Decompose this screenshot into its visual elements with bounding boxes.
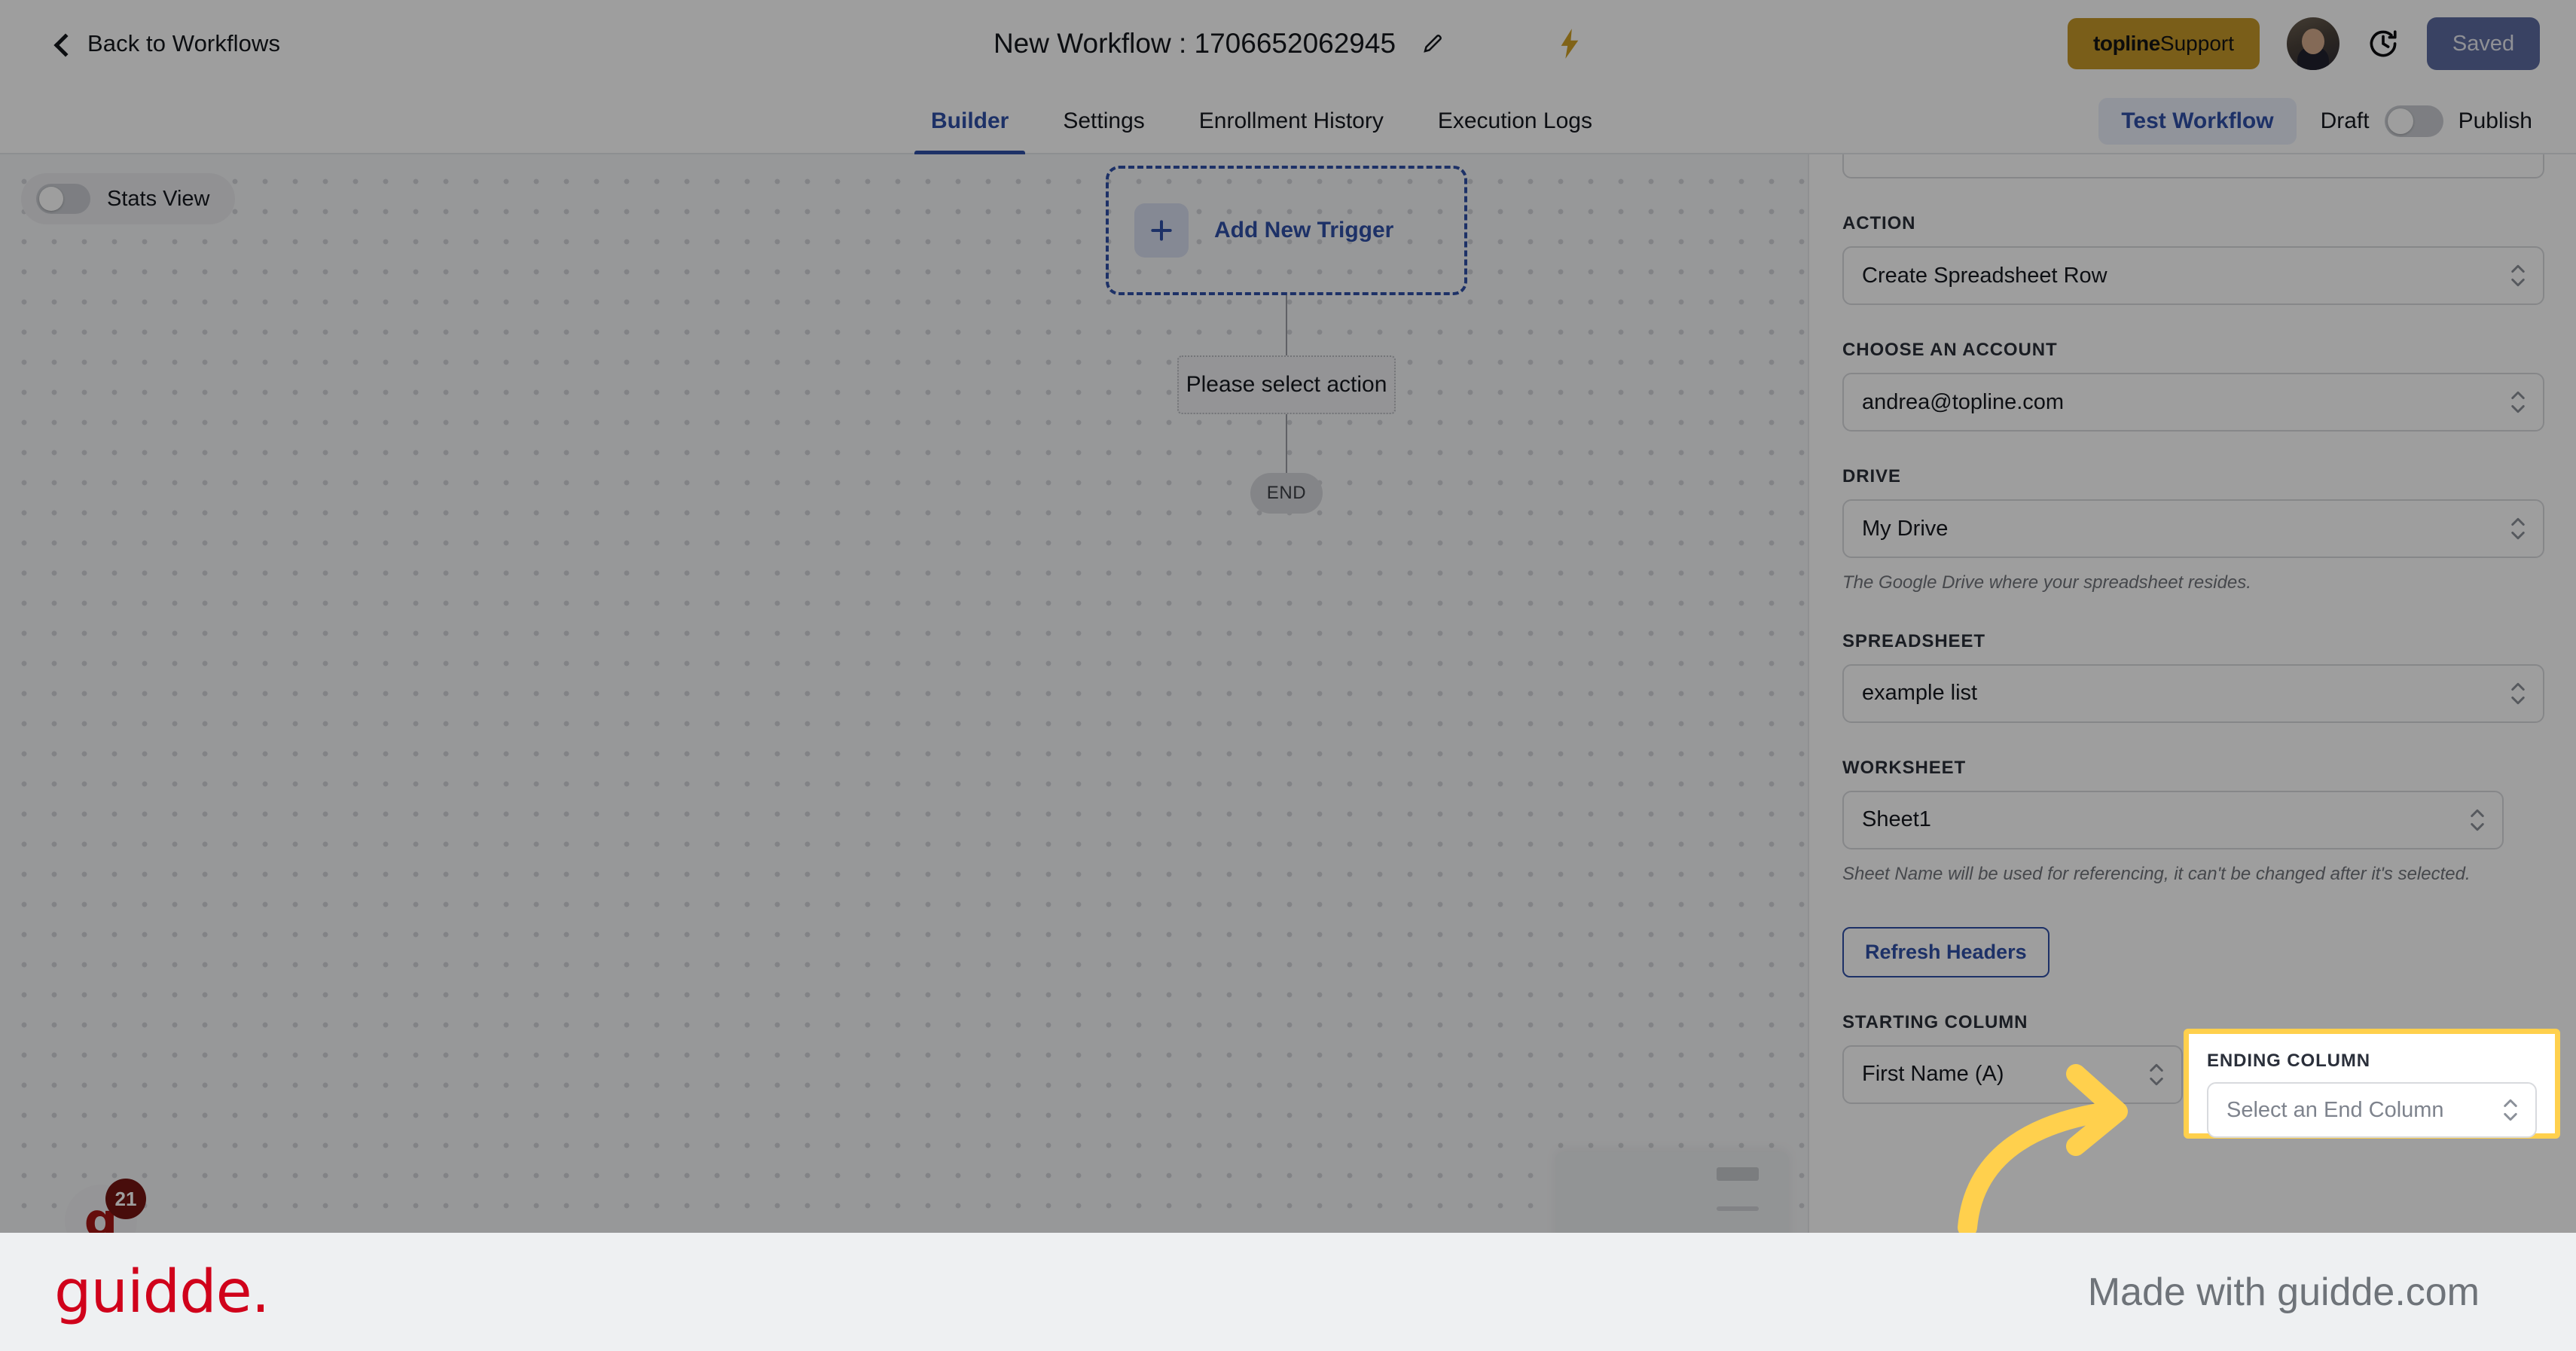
- field-worksheet: WORKSHEET Sheet1 Sheet Name will be used…: [1842, 758, 2544, 888]
- header-actions: topline Support Saved: [2067, 0, 2540, 87]
- drive-select-value: My Drive: [1862, 516, 1949, 541]
- chevron-updown-icon: [2510, 387, 2526, 417]
- tab-execution-logs[interactable]: Execution Logs: [1411, 87, 1619, 154]
- chevron-updown-icon: [2510, 514, 2526, 544]
- canvas-floating-card-bar-primary: [1717, 1167, 1759, 1181]
- select-action-label: Please select action: [1186, 372, 1387, 397]
- field-action-label: ACTION: [1842, 213, 1916, 233]
- field-starting-column-label: STARTING COLUMN: [1842, 1011, 2028, 1032]
- add-new-trigger-label: Add New Trigger: [1214, 218, 1394, 242]
- guidde-launcher-badge: 21: [105, 1179, 146, 1219]
- tab-builder[interactable]: Builder: [904, 87, 1036, 154]
- field-action: ACTION Create Spreadsheet Row: [1842, 213, 2544, 305]
- starting-column-select[interactable]: First Name (A): [1842, 1045, 2183, 1104]
- made-with-guidde-label: Made with guidde.com: [2087, 1270, 2480, 1314]
- field-account: CHOOSE AN ACCOUNT andrea@topline.com: [1842, 340, 2544, 432]
- field-ending-column-label: ENDING COLUMN: [2207, 1051, 2371, 1071]
- spreadsheet-select[interactable]: example list: [1842, 663, 2544, 723]
- field-worksheet-label: WORKSHEET: [1842, 757, 1967, 778]
- tab-builder-label: Builder: [931, 108, 1009, 133]
- back-to-workflows-button[interactable]: Back to Workflows: [53, 30, 280, 57]
- support-suffix-label: Support: [2159, 32, 2234, 55]
- field-spreadsheet: SPREADSHEET example list: [1842, 631, 2544, 723]
- action-select[interactable]: Create Spreadsheet Row: [1842, 246, 2544, 305]
- tab-enrollment-history-label: Enrollment History: [1198, 108, 1384, 133]
- add-new-trigger-button[interactable]: Add New Trigger: [1106, 166, 1467, 295]
- avatar[interactable]: [2287, 17, 2339, 70]
- account-select-value: andrea@topline.com: [1862, 389, 2065, 414]
- action-config-panel-content: ACTION Create Spreadsheet Row CHOOSE AN …: [1809, 154, 2576, 1104]
- connector-line-1: [1286, 295, 1287, 355]
- end-node-label: END: [1266, 483, 1307, 503]
- tab-execution-logs-label: Execution Logs: [1437, 108, 1592, 133]
- starting-column-select-value: First Name (A): [1862, 1062, 2004, 1087]
- tab-settings-label: Settings: [1063, 108, 1145, 133]
- top-header-bar: Back to Workflows New Workflow : 1706652…: [0, 0, 2576, 87]
- guidde-logo: guidde.: [54, 1258, 270, 1326]
- app-root: Back to Workflows New Workflow : 1706652…: [0, 0, 2576, 1351]
- workflow-flow: Add New Trigger Please select action END: [1106, 166, 1467, 514]
- chevron-left-icon: [53, 35, 71, 53]
- plus-icon: [1134, 203, 1189, 258]
- canvas-floating-card-bar-secondary: [1717, 1206, 1759, 1211]
- chevron-updown-icon: [2510, 679, 2526, 709]
- test-workflow-button[interactable]: Test Workflow: [2098, 97, 2297, 145]
- worksheet-select-value: Sheet1: [1862, 807, 1931, 832]
- lightning-bolt-icon[interactable]: [1557, 29, 1583, 59]
- stats-view-label: Stats View: [107, 186, 210, 211]
- page-title: New Workflow : 1706652062945: [993, 28, 1396, 59]
- account-select[interactable]: andrea@topline.com: [1842, 373, 2544, 432]
- select-action-node[interactable]: Please select action: [1177, 355, 1396, 414]
- ending-column-select-placeholder: Select an End Column: [2227, 1097, 2444, 1122]
- end-node: END: [1250, 473, 1323, 514]
- field-drive-label: DRIVE: [1842, 466, 1901, 486]
- worksheet-select[interactable]: Sheet1: [1842, 790, 2504, 849]
- publish-label: Publish: [2458, 108, 2532, 133]
- back-to-workflows-label: Back to Workflows: [87, 30, 281, 56]
- action-select-value: Create Spreadsheet Row: [1862, 263, 2107, 288]
- connector-line-2: [1286, 414, 1287, 473]
- field-starting-column: STARTING COLUMN First Name (A): [1842, 1012, 2183, 1104]
- drive-select[interactable]: My Drive: [1842, 499, 2544, 558]
- tab-list: Builder Settings Enrollment History Exec…: [904, 87, 1619, 154]
- canvas-floating-card: [1555, 1152, 1789, 1233]
- chevron-updown-icon: [2502, 1095, 2519, 1125]
- topline-support-button[interactable]: topline Support: [2067, 18, 2260, 69]
- ending-column-select[interactable]: Select an End Column: [2207, 1082, 2537, 1138]
- save-status-button[interactable]: Saved: [2427, 17, 2540, 70]
- publish-toggle[interactable]: [2384, 105, 2443, 137]
- field-account-label: CHOOSE AN ACCOUNT: [1842, 340, 2058, 360]
- spreadsheet-select-value: example list: [1862, 681, 1978, 706]
- draft-label: Draft: [2320, 108, 2370, 133]
- field-spreadsheet-label: SPREADSHEET: [1842, 630, 1985, 651]
- workflow-canvas[interactable]: Stats View Add New Trigger Please select…: [0, 154, 1808, 1233]
- guidde-footer-bar: guidde. Made with guidde.com: [0, 1233, 2576, 1351]
- tab-bar-actions: Test Workflow Draft Publish: [2098, 87, 2532, 154]
- scrolled-off-field[interactable]: [1842, 154, 2544, 178]
- draft-publish-group: Draft Publish: [2321, 105, 2532, 137]
- support-brand-label: topline: [2092, 32, 2160, 55]
- chevron-updown-icon: [2510, 261, 2526, 291]
- pencil-icon[interactable]: [1421, 32, 1444, 55]
- publish-toggle-knob: [2387, 108, 2413, 134]
- tab-settings[interactable]: Settings: [1036, 87, 1171, 154]
- tab-bar: Builder Settings Enrollment History Exec…: [0, 87, 2576, 154]
- stats-view-switch-knob: [39, 187, 63, 211]
- ending-column-highlight-callout: ENDING COLUMN Select an End Column: [2184, 1029, 2560, 1139]
- chevron-updown-icon: [2469, 805, 2486, 835]
- field-drive-help: The Google Drive where your spreadsheet …: [1842, 572, 2251, 593]
- field-drive: DRIVE My Drive The Google Drive where yo…: [1842, 466, 2544, 596]
- stats-view-switch[interactable]: [36, 184, 90, 214]
- refresh-headers-button[interactable]: Refresh Headers: [1842, 926, 2050, 977]
- stats-view-toggle[interactable]: Stats View: [21, 173, 236, 224]
- field-worksheet-help: Sheet Name will be used for referencing,…: [1842, 863, 2471, 884]
- clock-history-icon[interactable]: [2367, 27, 2400, 60]
- tab-enrollment-history[interactable]: Enrollment History: [1172, 87, 1411, 154]
- chevron-updown-icon: [2148, 1060, 2165, 1090]
